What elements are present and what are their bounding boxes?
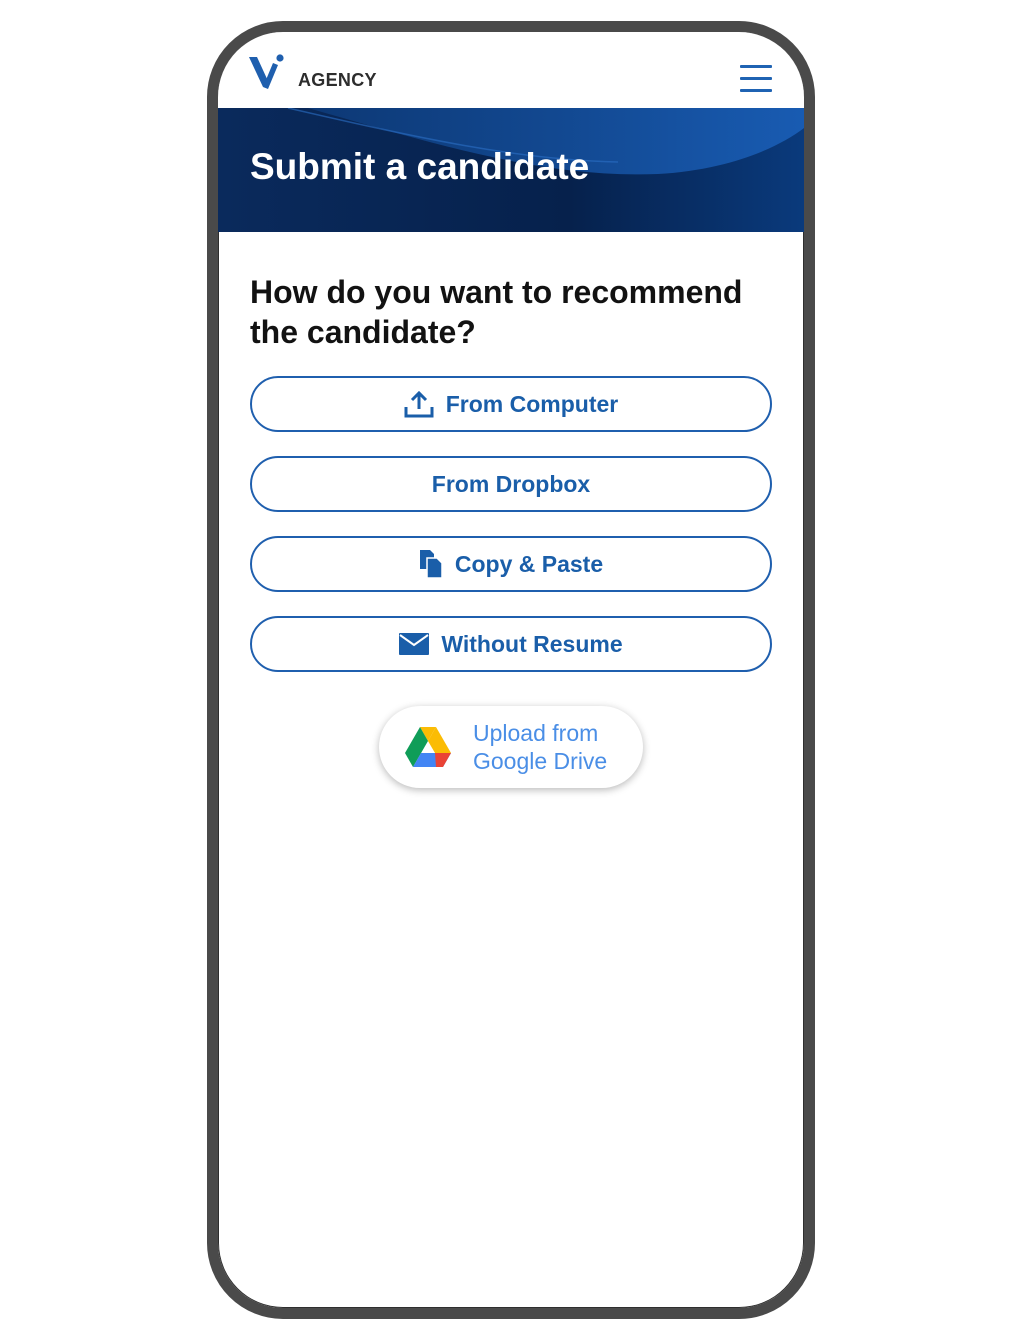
- screen: AGENCY Submit a candidate How do you wan…: [218, 32, 804, 1308]
- upload-icon: [404, 390, 434, 418]
- from-computer-button[interactable]: From Computer: [250, 376, 772, 432]
- hamburger-menu-icon[interactable]: [740, 65, 772, 93]
- google-drive-label-line1: Upload from: [473, 720, 599, 746]
- page-title: Submit a candidate: [250, 146, 590, 187]
- copy-paste-button[interactable]: Copy & Paste: [250, 536, 772, 592]
- from-dropbox-label: From Dropbox: [431, 470, 591, 497]
- without-resume-label: Without Resume: [441, 630, 623, 657]
- google-drive-upload-button[interactable]: Upload from Google Drive: [379, 706, 643, 788]
- hero-banner: Submit a candidate: [218, 108, 804, 232]
- v-logo-icon[interactable]: [249, 53, 285, 89]
- from-computer-label: From Computer: [445, 390, 619, 417]
- without-resume-button[interactable]: Without Resume: [250, 616, 772, 672]
- envelope-icon: [399, 633, 430, 655]
- copy-documents-icon: [419, 550, 443, 579]
- from-dropbox-button[interactable]: From Dropbox: [250, 456, 772, 512]
- google-drive-icon: [405, 727, 451, 767]
- top-bar: AGENCY: [218, 32, 804, 108]
- google-drive-label-line2: Google Drive: [473, 748, 608, 774]
- copy-paste-label: Copy & Paste: [454, 550, 604, 577]
- phone-frame: AGENCY Submit a candidate How do you wan…: [207, 21, 815, 1319]
- brand-name: AGENCY: [298, 70, 377, 90]
- google-drive-label: Upload from Google Drive: [473, 719, 607, 775]
- question-heading: How do you want to recommend the candida…: [250, 274, 743, 350]
